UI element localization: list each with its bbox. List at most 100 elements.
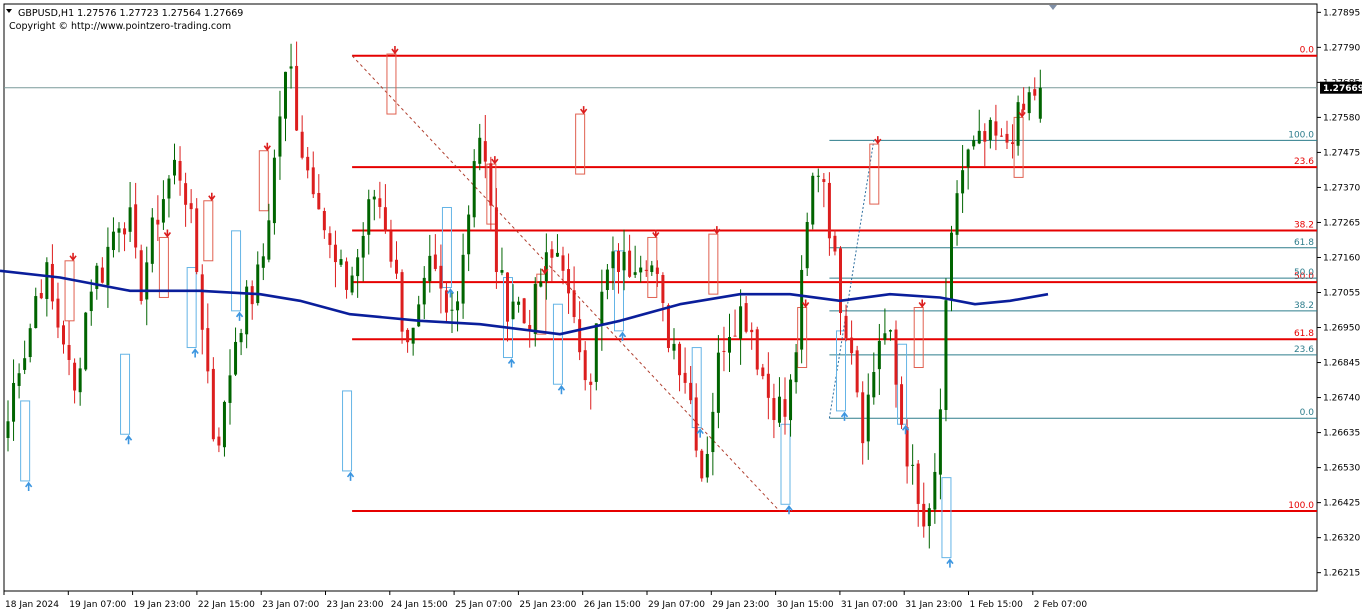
candle-body xyxy=(800,269,804,350)
candle-body xyxy=(872,372,876,398)
candle-body xyxy=(17,373,21,386)
candle-body xyxy=(655,267,659,274)
candle-body xyxy=(67,344,71,360)
candle-body xyxy=(711,411,715,453)
candle-body xyxy=(611,251,615,269)
candle-body xyxy=(289,66,293,69)
y-tick-label: 1.26530 xyxy=(1323,464,1360,474)
candle-body xyxy=(45,262,49,299)
candle-body xyxy=(567,269,571,294)
candle-body xyxy=(983,131,987,142)
candle-body xyxy=(628,250,632,277)
candle-body xyxy=(683,372,687,383)
candle-body xyxy=(1011,142,1015,144)
candle-body xyxy=(999,135,1003,137)
candle-body xyxy=(888,330,892,332)
candle-body xyxy=(877,340,881,370)
candle-body xyxy=(84,312,88,370)
x-tick-label: 31 Jan 23:00 xyxy=(905,600,962,610)
candle-body xyxy=(866,394,870,442)
candle-body xyxy=(128,207,132,232)
candle-body xyxy=(661,275,665,304)
candle-body xyxy=(744,303,748,332)
candle-body xyxy=(517,301,521,305)
candle-body xyxy=(572,290,576,318)
y-tick-label: 1.26845 xyxy=(1323,359,1360,369)
y-tick-label: 1.27370 xyxy=(1323,183,1360,193)
fib-level-label: 0.0 xyxy=(1300,46,1315,56)
candle-body xyxy=(261,256,265,268)
candle-body xyxy=(728,337,731,353)
candle-body xyxy=(400,272,404,332)
candle-body xyxy=(195,208,199,272)
candle-body xyxy=(250,286,254,305)
x-tick-label: 19 Jan 07:00 xyxy=(69,600,126,610)
candle-body xyxy=(844,315,848,339)
x-tick-label: 29 Jan 07:00 xyxy=(648,600,705,610)
x-tick-label: 29 Jan 23:00 xyxy=(712,600,769,610)
candle-body xyxy=(494,207,498,273)
candle-body xyxy=(1016,102,1020,146)
candle-body xyxy=(700,450,704,479)
x-tick-label: 25 Jan 23:00 xyxy=(519,600,576,610)
candle-body xyxy=(34,296,38,328)
candle-body xyxy=(411,327,415,344)
candle-body xyxy=(894,329,898,385)
candle-body xyxy=(988,119,992,140)
candle-body xyxy=(578,319,582,353)
candle-body xyxy=(750,329,754,333)
candle-body xyxy=(89,291,93,312)
candle-body xyxy=(639,267,643,273)
candle-body xyxy=(961,170,965,194)
candle-body xyxy=(955,193,959,235)
candle-body xyxy=(633,272,637,275)
candle-body xyxy=(794,352,798,383)
candle-body xyxy=(62,325,65,345)
price-chart[interactable]: 0.023.638.250.061.8100.0100.061.850.038.… xyxy=(0,0,1365,616)
candle-body xyxy=(156,219,160,225)
candle-body xyxy=(861,392,865,444)
fib-level-label: 23.6 xyxy=(1294,345,1314,355)
candle-body xyxy=(78,368,82,393)
candle-body xyxy=(228,375,232,403)
y-tick-label: 1.26425 xyxy=(1323,499,1360,509)
y-tick-label: 1.27055 xyxy=(1323,288,1360,298)
candle-body xyxy=(467,214,471,255)
candle-body xyxy=(417,304,421,327)
candle-body xyxy=(161,199,165,223)
candle-body xyxy=(145,262,149,300)
fib-level-label: 0.0 xyxy=(1300,408,1315,418)
candle-body xyxy=(111,231,115,251)
candle-body xyxy=(900,384,904,425)
candle-body xyxy=(428,255,432,282)
candle-body xyxy=(716,352,720,413)
fib-level-label: 100.0 xyxy=(1288,501,1314,511)
candle-body xyxy=(583,350,587,381)
candle-body xyxy=(12,382,16,422)
candle-body xyxy=(833,235,837,252)
candle-body xyxy=(589,381,593,385)
candle-body xyxy=(938,409,942,475)
candle-body xyxy=(644,269,648,271)
candle-body xyxy=(739,306,743,339)
candle-body xyxy=(333,244,337,263)
candle-body xyxy=(761,367,765,377)
candle-body xyxy=(361,235,365,258)
fib-level-label: 38.2 xyxy=(1294,301,1314,311)
fib-level-label: 61.8 xyxy=(1294,329,1314,339)
candle-body xyxy=(178,160,182,181)
candle-body xyxy=(850,337,854,354)
candle-body xyxy=(977,130,981,144)
svg-text:1.27669: 1.27669 xyxy=(1323,84,1364,94)
y-tick-label: 1.27475 xyxy=(1323,148,1360,158)
candle-body xyxy=(73,362,77,391)
candle-body xyxy=(328,233,332,245)
x-tick-label: 22 Jan 15:00 xyxy=(198,600,255,610)
candle-body xyxy=(722,350,726,352)
candle-body xyxy=(500,270,504,273)
y-tick-label: 1.27895 xyxy=(1323,8,1360,18)
candle-body xyxy=(339,259,343,265)
candle-body xyxy=(106,246,110,286)
candle-body xyxy=(522,298,526,324)
x-tick-label: 19 Jan 23:00 xyxy=(134,600,191,610)
